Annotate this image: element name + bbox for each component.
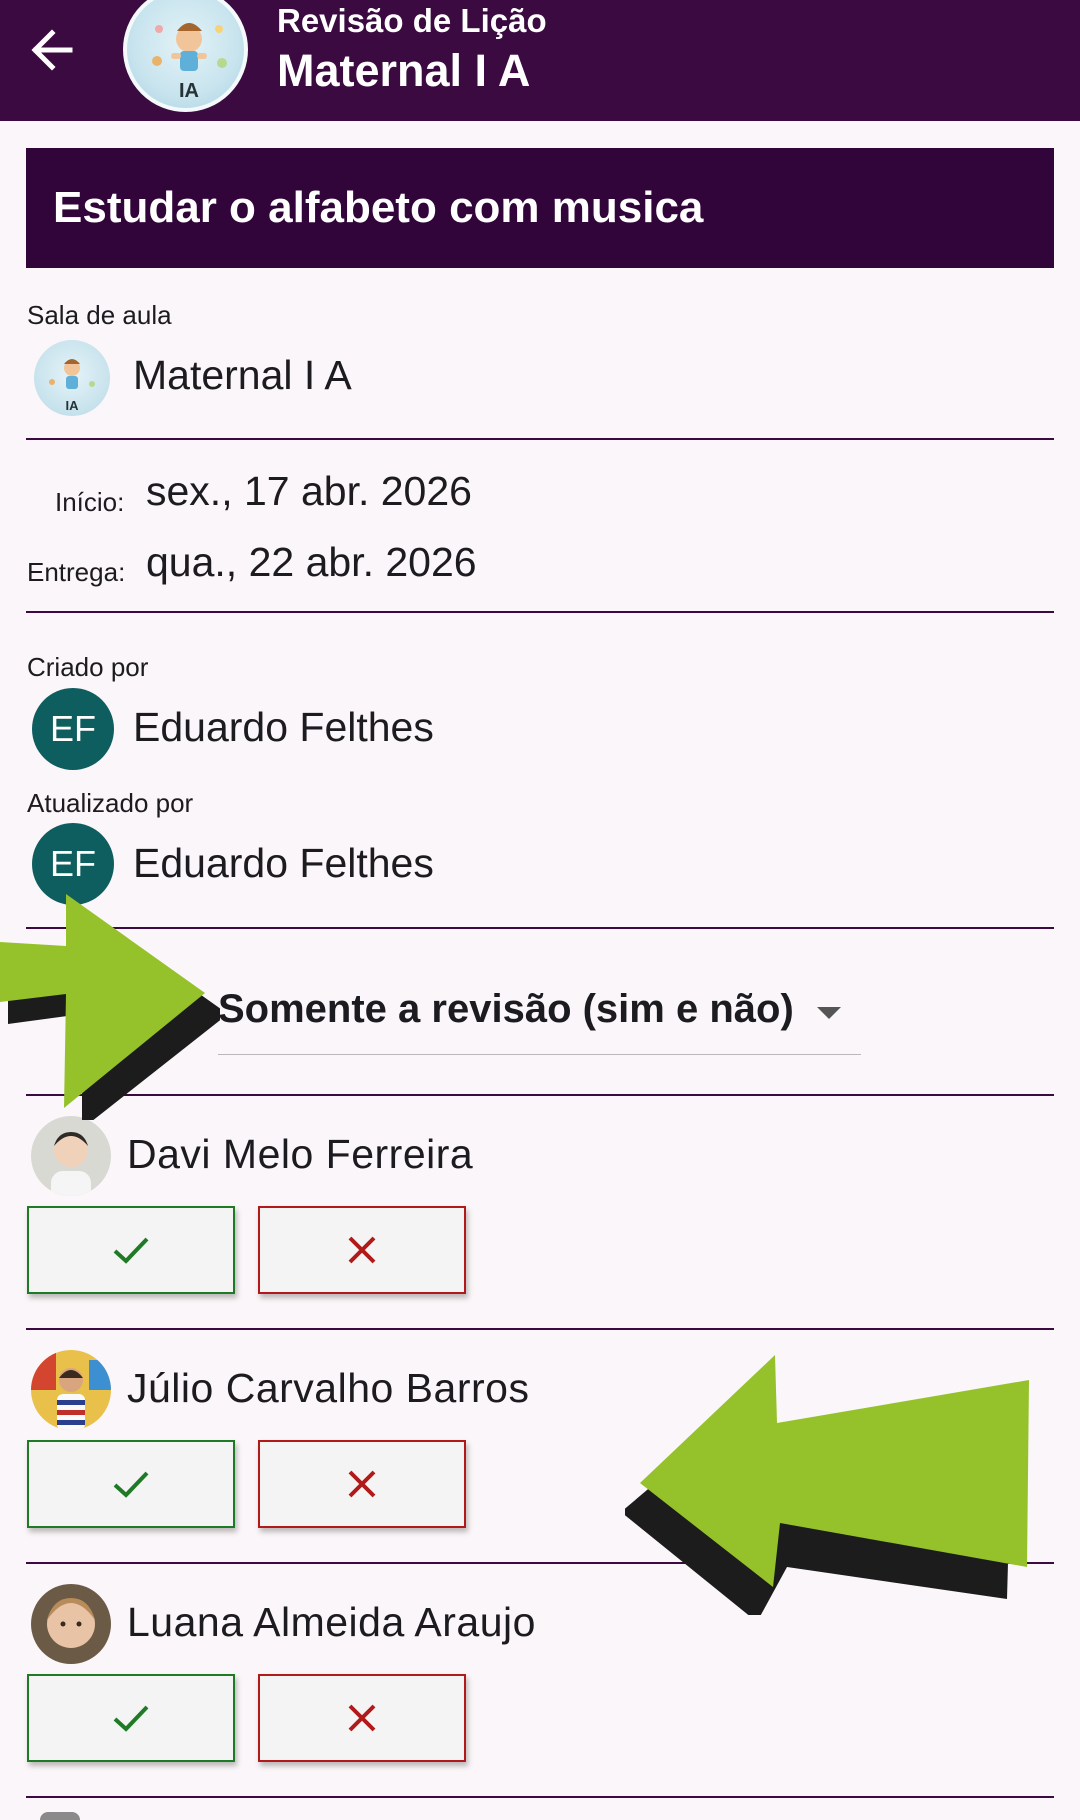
creator-name: Eduardo Felthes [133, 704, 434, 750]
app-bar-subtitle: Revisão de Lição [277, 2, 547, 39]
creator-avatar: EF [32, 688, 114, 770]
divider [26, 438, 1054, 440]
app-bar: IA Revisão de Lição Maternal I A [0, 0, 1080, 121]
student-name: Davi Melo Ferreira [127, 1131, 474, 1177]
caret-down-icon [817, 1007, 841, 1019]
due-date-label: Entrega: [27, 557, 126, 587]
highlight-arrow [625, 1355, 1029, 1615]
classroom-name: Maternal I A [133, 352, 352, 398]
divider [26, 1796, 1054, 1798]
class-avatar: IA [123, 0, 248, 112]
arrow-left-icon [31, 29, 73, 71]
student-photo [31, 1116, 111, 1196]
due-date-value: qua., 22 abr. 2026 [146, 539, 477, 585]
check-icon [113, 1471, 149, 1498]
close-icon [348, 1704, 376, 1732]
mark-no-button[interactable] [258, 1206, 466, 1294]
check-icon [113, 1237, 149, 1264]
student-photo [40, 1812, 80, 1820]
updater-name: Eduardo Felthes [133, 840, 434, 886]
divider [26, 1562, 1054, 1564]
start-date-label: Início: [55, 487, 125, 517]
lesson-title-banner: Estudar o alfabeto com musica [26, 148, 1054, 268]
divider [26, 611, 1054, 613]
review-filter-dropdown[interactable]: Somente a revisão (sim e não) [218, 975, 861, 1055]
created-by-label: Criado por [27, 652, 149, 682]
back-button[interactable] [18, 15, 88, 85]
close-icon [348, 1470, 376, 1498]
mark-no-button[interactable] [258, 1440, 466, 1528]
check-icon [113, 1705, 149, 1732]
dropdown-underline [218, 1054, 861, 1055]
app-bar-title: Maternal I A [277, 45, 531, 96]
mark-yes-button[interactable] [27, 1440, 235, 1528]
updater-initials: EF [49, 843, 96, 884]
divider [26, 1094, 1054, 1096]
mark-yes-button[interactable] [27, 1674, 235, 1762]
student-name: Luana Almeida Araujo [127, 1599, 536, 1645]
student-photo [31, 1350, 111, 1430]
mark-no-button[interactable] [258, 1674, 466, 1762]
highlight-arrow [0, 894, 220, 1120]
student-photo [31, 1584, 111, 1664]
svg-text:IA: IA [66, 398, 80, 413]
close-icon [348, 1236, 376, 1264]
lesson-title: Estudar o alfabeto com musica [53, 183, 704, 232]
updated-by-label: Atualizado por [27, 788, 194, 818]
updater-avatar: EF [32, 823, 114, 905]
creator-initials: EF [49, 708, 96, 749]
review-filter-value: Somente a revisão (sim e não) [218, 987, 794, 1031]
mark-yes-button[interactable] [27, 1206, 235, 1294]
start-date-value: sex., 17 abr. 2026 [146, 468, 472, 514]
classroom-label: Sala de aula [27, 300, 172, 330]
classroom-avatar: IA [34, 340, 110, 416]
student-name: Júlio Carvalho Barros [127, 1365, 530, 1411]
svg-text:IA: IA [179, 80, 199, 102]
divider [26, 927, 1054, 929]
divider [26, 1328, 1054, 1330]
